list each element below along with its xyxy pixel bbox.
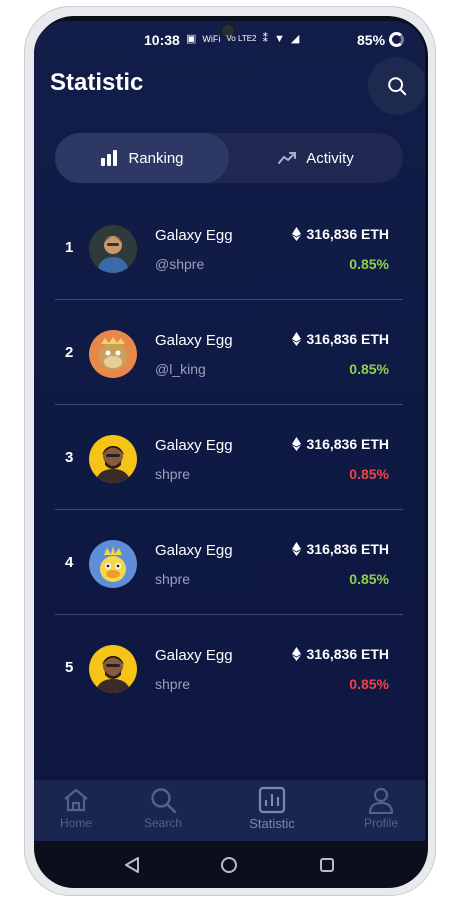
owner-handle: @shpre bbox=[155, 256, 205, 272]
statistic-icon bbox=[258, 786, 286, 814]
change-percent: 0.85% bbox=[349, 256, 389, 272]
profile-icon bbox=[368, 787, 394, 814]
ethereum-icon bbox=[291, 647, 301, 661]
eth-value: 316,836 ETH bbox=[291, 646, 390, 662]
search-button[interactable] bbox=[368, 57, 425, 115]
collection-name: Galaxy Egg bbox=[155, 437, 233, 454]
ethereum-icon bbox=[291, 542, 301, 556]
bar-chart-icon bbox=[101, 150, 118, 166]
vibrate-icon: ⁑ bbox=[262, 33, 269, 45]
collection-name: Galaxy Egg bbox=[155, 227, 233, 244]
duck-nft-avatar-icon bbox=[89, 540, 137, 588]
back-icon[interactable] bbox=[124, 856, 140, 874]
eth-value: 316,836 ETH bbox=[291, 331, 390, 347]
bottom-nav: Home Search Statistic Profile bbox=[34, 780, 425, 841]
trend-up-icon bbox=[278, 152, 297, 164]
list-item[interactable]: 5 Galaxy Egg shpre 316,836 ETH 0.85% bbox=[55, 615, 403, 720]
ethereum-icon bbox=[291, 437, 301, 451]
battery-icon bbox=[389, 32, 404, 47]
collection-name: Galaxy Egg bbox=[155, 647, 233, 664]
collection-name: Galaxy Egg bbox=[155, 542, 233, 559]
avatar bbox=[89, 540, 137, 588]
eth-amount: 316,836 ETH bbox=[306, 331, 390, 347]
owner-handle: shpre bbox=[155, 571, 191, 587]
cell-signal-icon: ◢ bbox=[290, 33, 300, 45]
eth-amount: 316,836 ETH bbox=[306, 541, 390, 557]
change-percent: 0.85% bbox=[349, 361, 389, 377]
owner-handle: shpre bbox=[155, 466, 191, 482]
list-item[interactable]: 2 Galaxy Egg @l_king 316,836 ETH 0.85% bbox=[55, 300, 403, 405]
eth-value: 316,836 ETH bbox=[291, 226, 390, 242]
avatar bbox=[89, 225, 137, 273]
nav-home-label: Home bbox=[59, 816, 92, 830]
nav-statistic[interactable]: Statistic bbox=[237, 786, 307, 831]
eth-amount: 316,836 ETH bbox=[306, 646, 390, 662]
nav-profile[interactable]: Profile bbox=[346, 786, 416, 830]
rank-number: 5 bbox=[65, 659, 74, 676]
gallery-icon: ▣ bbox=[186, 33, 197, 45]
cartoon-man-avatar-icon bbox=[89, 225, 137, 273]
avatar bbox=[89, 435, 137, 483]
collection-name: Galaxy Egg bbox=[155, 332, 233, 349]
list-item[interactable]: 1 Galaxy Egg @shpre 316,836 ETH 0.85% bbox=[55, 195, 403, 300]
nav-home[interactable]: Home bbox=[41, 786, 111, 830]
man-photo-avatar-icon bbox=[89, 435, 137, 483]
list-item[interactable]: 3 Galaxy Egg shpre 316,836 ETH 0.85% bbox=[55, 405, 403, 510]
eth-amount: 316,836 ETH bbox=[306, 436, 390, 452]
owner-handle: @l_king bbox=[155, 361, 206, 377]
nav-search[interactable]: Search bbox=[128, 786, 198, 830]
home-circle-icon[interactable] bbox=[220, 856, 238, 874]
system-nav-bar bbox=[34, 841, 425, 889]
wifi-signal-icon: ▼ bbox=[274, 32, 285, 45]
tab-activity[interactable]: Activity bbox=[229, 133, 403, 183]
tab-ranking-label: Ranking bbox=[128, 149, 184, 167]
avatar bbox=[89, 645, 137, 693]
change-percent: 0.85% bbox=[349, 676, 389, 692]
nav-search-label: Search bbox=[143, 816, 183, 830]
eth-value: 316,836 ETH bbox=[291, 436, 390, 452]
page-title: Statistic bbox=[50, 69, 144, 96]
status-bar: 10:38 ▣ WiFi Vo LTE2 ⁑ ▼ ◢ 85% bbox=[34, 21, 425, 59]
nav-profile-label: Profile bbox=[363, 816, 398, 830]
status-icons: ▣ WiFi Vo LTE2 ⁑ ▼ ◢ bbox=[186, 32, 300, 46]
ranking-list: 1 Galaxy Egg @shpre 316,836 ETH 0.85% 2 bbox=[55, 195, 403, 720]
ethereum-icon bbox=[291, 227, 301, 241]
eth-value: 316,836 ETH bbox=[291, 541, 390, 557]
ape-nft-avatar-icon bbox=[89, 330, 137, 378]
change-percent: 0.85% bbox=[349, 466, 389, 482]
search-icon bbox=[151, 788, 177, 814]
ethereum-icon bbox=[291, 332, 301, 346]
tab-ranking[interactable]: Ranking bbox=[55, 133, 229, 183]
eth-amount: 316,836 ETH bbox=[306, 226, 390, 242]
owner-handle: shpre bbox=[155, 676, 191, 692]
man-photo-avatar-icon bbox=[89, 645, 137, 693]
rank-number: 4 bbox=[65, 554, 74, 571]
nav-statistic-label: Statistic bbox=[249, 816, 295, 831]
avatar bbox=[89, 330, 137, 378]
wifi-icon: WiFi bbox=[202, 33, 221, 44]
list-item[interactable]: 4 Galaxy Egg shpre 316,836 ETH 0.85% bbox=[55, 510, 403, 615]
ranking-activity-toggle: Ranking Activity bbox=[55, 133, 403, 183]
recents-icon[interactable] bbox=[319, 857, 335, 873]
volte-icon: Vo LTE2 bbox=[226, 34, 257, 43]
app-screen: 10:38 ▣ WiFi Vo LTE2 ⁑ ▼ ◢ 85% Statistic… bbox=[34, 21, 425, 841]
rank-number: 2 bbox=[65, 344, 74, 361]
home-icon bbox=[64, 788, 88, 812]
rank-number: 3 bbox=[65, 449, 74, 466]
change-percent: 0.85% bbox=[349, 571, 389, 587]
search-icon bbox=[388, 77, 407, 96]
tab-activity-label: Activity bbox=[306, 149, 354, 167]
battery-percent: 85% bbox=[357, 32, 386, 48]
rank-number: 1 bbox=[65, 239, 74, 256]
status-time: 10:38 bbox=[144, 32, 180, 48]
